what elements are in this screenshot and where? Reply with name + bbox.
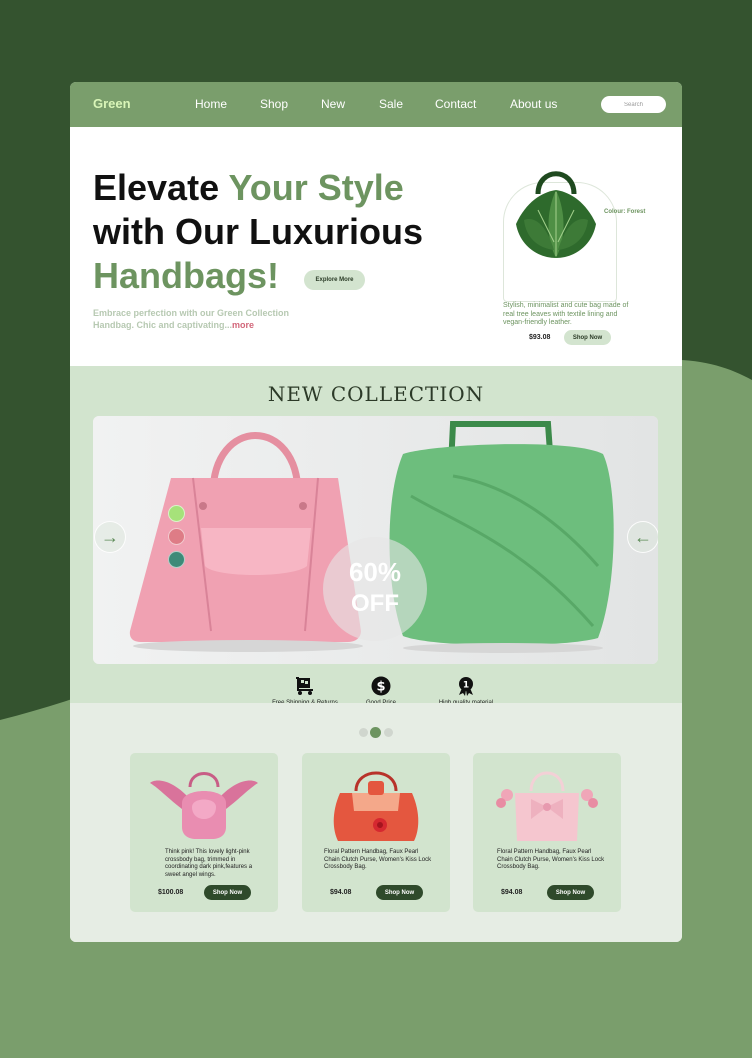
color-swatch-pink[interactable] xyxy=(168,528,185,545)
search-input[interactable] xyxy=(601,96,666,113)
angel-wings-bag-image[interactable] xyxy=(150,763,258,847)
carousel-prev-right-icon[interactable]: ← xyxy=(627,521,658,553)
product-price: $100.08 xyxy=(158,889,184,896)
nav-new[interactable]: New xyxy=(321,97,345,111)
nav-contact[interactable]: Contact xyxy=(435,97,476,111)
discount-badge: 60% OFF xyxy=(323,537,427,641)
floral-red-handbag-image[interactable] xyxy=(322,763,430,847)
nav-about-us[interactable]: About us xyxy=(510,97,557,111)
hero-title-part3: with Our Luxurious xyxy=(93,211,423,252)
pagination-dot-3[interactable] xyxy=(384,728,393,737)
nav-home[interactable]: Home xyxy=(195,97,227,111)
hero-description-text: Embrace perfection with our Green Collec… xyxy=(93,308,290,330)
discount-label: OFF xyxy=(351,590,399,617)
feature-quality: 1 High quality material xyxy=(426,676,506,706)
landing-page-card: Green Home Shop New Sale Contact About u… xyxy=(70,82,682,942)
product-description: Floral Pattern Handbag, Faux Pearl Chain… xyxy=(324,849,432,870)
product-card[interactable]: Floral Pattern Handbag, Faux Pearl Chain… xyxy=(473,753,621,912)
top-navbar: Green Home Shop New Sale Contact About u… xyxy=(70,82,682,127)
color-swatch-light-green[interactable] xyxy=(168,505,185,522)
product-price: $94.08 xyxy=(501,889,523,896)
quality-badge-icon: 1 xyxy=(459,677,473,696)
shop-now-button[interactable]: Shop Now xyxy=(547,885,594,900)
product-colour-label: Colour: Forest xyxy=(604,209,646,215)
products-section: Think pink! This lovely light-pink cross… xyxy=(70,703,682,942)
product-card[interactable]: Floral Pattern Handbag, Faux Pearl Chain… xyxy=(302,753,450,912)
shop-now-button[interactable]: Shop Now xyxy=(376,885,423,900)
featured-product-description: Stylish, minimalist and cute bag made of… xyxy=(503,302,629,326)
svg-text:1: 1 xyxy=(463,681,469,691)
product-card[interactable]: Think pink! This lovely light-pink cross… xyxy=(130,753,278,912)
pink-bow-handbag-image[interactable] xyxy=(493,763,601,847)
read-more-link[interactable]: more xyxy=(232,320,254,330)
pagination-dot-1[interactable] xyxy=(359,728,368,737)
hero-description: Embrace perfection with our Green Collec… xyxy=(93,307,303,331)
product-description: Floral Pattern Handbag, Faux Pearl Chain… xyxy=(497,849,605,870)
hero-title-highlight: Your Style xyxy=(228,167,404,208)
dollar-coin-icon: $ xyxy=(371,676,391,696)
pagination-dot-2-active[interactable] xyxy=(370,727,381,738)
hero-section: Elevate Your Style with Our Luxurious Ha… xyxy=(70,127,682,366)
hero-title-part4: Handbags! xyxy=(93,255,280,296)
nav-sale[interactable]: Sale xyxy=(379,97,403,111)
feature-good-price: $ Good Price xyxy=(351,676,411,706)
product-description: Think pink! This lovely light-pink cross… xyxy=(165,849,253,878)
hero-title-part1: Elevate xyxy=(93,167,220,208)
featured-shop-now-button[interactable]: Shop Now xyxy=(564,330,611,345)
carousel-next-left-icon[interactable]: → xyxy=(94,521,126,553)
explore-more-button[interactable]: Explore More xyxy=(304,270,365,290)
shipping-cart-icon xyxy=(296,677,313,695)
leaf-handbag-image[interactable] xyxy=(508,162,604,262)
discount-value: 60% xyxy=(348,557,402,587)
shop-now-button[interactable]: Shop Now xyxy=(204,885,251,900)
new-collection-title: NEW COLLECTION xyxy=(267,382,485,406)
new-collection-section: NEW COLLECTION → ← 60% OFF $ 1 xyxy=(70,366,682,706)
feature-free-shipping: Free Shipping & Returns xyxy=(252,676,358,706)
hero-title: Elevate Your Style with Our Luxurious Ha… xyxy=(93,166,453,298)
featured-product-price: $93.08 xyxy=(529,334,551,341)
svg-text:$: $ xyxy=(376,680,385,695)
nav-shop[interactable]: Shop xyxy=(260,97,288,111)
collection-banner: → ← 60% OFF xyxy=(93,416,658,664)
product-price: $94.08 xyxy=(330,889,352,896)
brand-logo[interactable]: Green xyxy=(93,96,131,111)
color-swatch-teal[interactable] xyxy=(168,551,185,568)
